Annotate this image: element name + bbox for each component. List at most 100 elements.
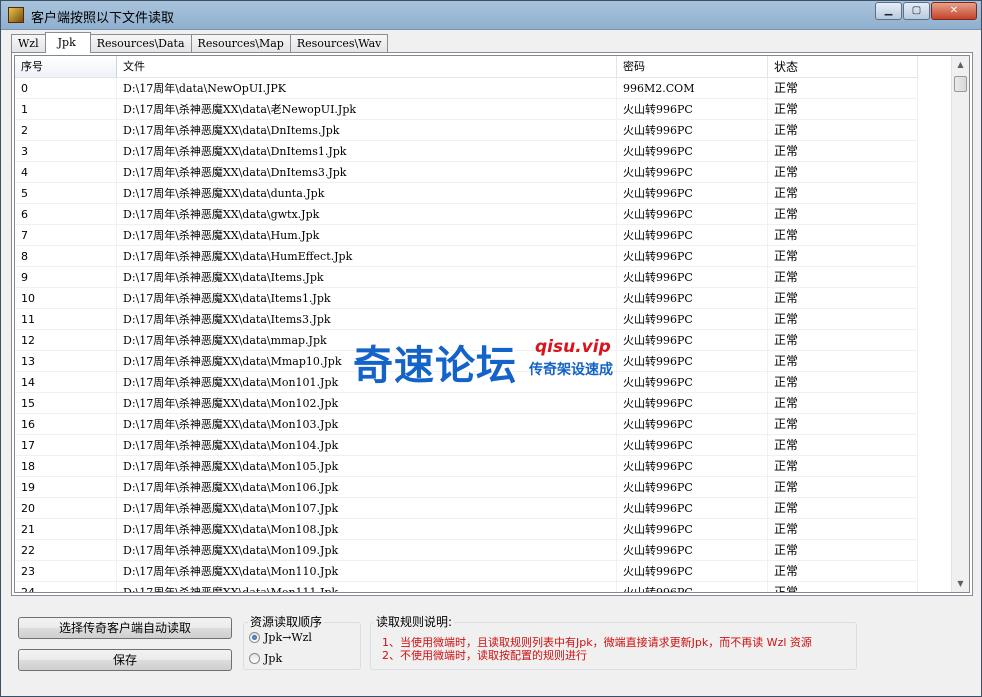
table-row[interactable]: 15 D:\17周年\杀神恶魔XX\data\Mon102.Jpk 火山转996PC…	[15, 393, 918, 414]
cell-index: 18	[15, 456, 117, 477]
auto-read-button[interactable]: 选择传奇客户端自动读取	[18, 617, 232, 639]
cell-password: 火山转996PC	[617, 267, 768, 288]
cell-status: 正常	[768, 519, 918, 540]
tab-wzl[interactable]: Wzl	[11, 34, 46, 53]
radio-jpk-indicator[interactable]	[249, 653, 260, 664]
table-row[interactable]: 7 D:\17周年\杀神恶魔XX\data\Hum.Jpk 火山转996PC 正常	[15, 225, 918, 246]
table-row[interactable]: 24 D:\17周年\杀神恶魔XX\data\Mon111.Jpk 火山转996PC…	[15, 582, 918, 592]
cell-password: 火山转996PC	[617, 309, 768, 330]
table-row[interactable]: 3 D:\17周年\杀神恶魔XX\data\DnItems1.Jpk 火山转996P…	[15, 141, 918, 162]
cell-status: 正常	[768, 162, 918, 183]
table-row[interactable]: 18 D:\17周年\杀神恶魔XX\data\Mon105.Jpk 火山转996PC…	[15, 456, 918, 477]
cell-file: D:\17周年\杀神恶魔XX\data\Mmap10.Jpk	[117, 351, 617, 372]
close-button[interactable]: ✕	[931, 2, 977, 20]
cell-password: 火山转996PC	[617, 519, 768, 540]
cell-index: 15	[15, 393, 117, 414]
cell-file: D:\17周年\杀神恶魔XX\data\Items3.Jpk	[117, 309, 617, 330]
table-row[interactable]: 0 D:\17周年\data\NewOpUI.JPK 996M2.COM 正常	[15, 78, 918, 99]
table-row[interactable]: 2 D:\17周年\杀神恶魔XX\data\DnItems.Jpk 火山转996PC…	[15, 120, 918, 141]
column-header-password[interactable]: 密码	[617, 56, 768, 78]
table-row[interactable]: 12 D:\17周年\杀神恶魔XX\data\mmap.Jpk 火山转996PC 正常	[15, 330, 918, 351]
cell-password: 火山转996PC	[617, 225, 768, 246]
cell-status: 正常	[768, 561, 918, 582]
table-row[interactable]: 23 D:\17周年\杀神恶魔XX\data\Mon110.Jpk 火山转996PC…	[15, 561, 918, 582]
table-row[interactable]: 4 D:\17周年\杀神恶魔XX\data\DnItems3.Jpk 火山转996P…	[15, 162, 918, 183]
table-row[interactable]: 20 D:\17周年\杀神恶魔XX\data\Mon107.Jpk 火山转996PC…	[15, 498, 918, 519]
cell-password: 火山转996PC	[617, 456, 768, 477]
tab-jpk[interactable]: Jpk	[44, 32, 91, 53]
cell-file: D:\17周年\杀神恶魔XX\data\Hum.Jpk	[117, 225, 617, 246]
cell-index: 21	[15, 519, 117, 540]
table-row[interactable]: 17 D:\17周年\杀神恶魔XX\data\Mon104.Jpk 火山转996PC…	[15, 435, 918, 456]
cell-status: 正常	[768, 393, 918, 414]
cell-file: D:\17周年\杀神恶魔XX\data\DnItems1.Jpk	[117, 141, 617, 162]
list-rows: 0 D:\17周年\data\NewOpUI.JPK 996M2.COM 正常 1 D:\…	[15, 78, 918, 592]
cell-password: 火山转996PC	[617, 498, 768, 519]
table-row[interactable]: 1 D:\17周年\杀神恶魔XX\data\老NewopUI.Jpk 火山转996P…	[15, 99, 918, 120]
table-row[interactable]: 22 D:\17周年\杀神恶魔XX\data\Mon109.Jpk 火山转996PC…	[15, 540, 918, 561]
column-header-index[interactable]: 序号	[15, 56, 117, 78]
title-bar[interactable]: 客户端按照以下文件读取 ▁ ▢ ✕	[1, 1, 981, 30]
table-row[interactable]: 8 D:\17周年\杀神恶魔XX\data\HumEffect.Jpk 火山转996…	[15, 246, 918, 267]
cell-password: 火山转996PC	[617, 204, 768, 225]
rule-line-2: 2、不使用微端时，读取按配置的规则进行	[382, 649, 587, 662]
table-row[interactable]: 5 D:\17周年\杀神恶魔XX\data\dunta.Jpk 火山转996PC 正常	[15, 183, 918, 204]
table-row[interactable]: 16 D:\17周年\杀神恶魔XX\data\Mon103.Jpk 火山转996PC…	[15, 414, 918, 435]
table-row[interactable]: 9 D:\17周年\杀神恶魔XX\data\Items.Jpk 火山转996PC 正常	[15, 267, 918, 288]
window-title: 客户端按照以下文件读取	[31, 11, 175, 26]
maximize-button[interactable]: ▢	[903, 2, 930, 20]
table-row[interactable]: 6 D:\17周年\杀神恶魔XX\data\gwtx.Jpk 火山转996PC 正常	[15, 204, 918, 225]
cell-file: D:\17周年\杀神恶魔XX\data\Mon107.Jpk	[117, 498, 617, 519]
cell-status: 正常	[768, 351, 918, 372]
tab-resources-map[interactable]: Resources\Map	[190, 34, 291, 53]
cell-status: 正常	[768, 204, 918, 225]
cell-file: D:\17周年\杀神恶魔XX\data\Mon106.Jpk	[117, 477, 617, 498]
cell-index: 14	[15, 372, 117, 393]
cell-file: D:\17周年\杀神恶魔XX\data\Items.Jpk	[117, 267, 617, 288]
scroll-down-arrow-icon[interactable]: ▼	[952, 575, 969, 592]
cell-file: D:\17周年\杀神恶魔XX\data\Mon104.Jpk	[117, 435, 617, 456]
cell-index: 16	[15, 414, 117, 435]
list-header: 序号 文件 密码 状态	[15, 56, 918, 78]
table-row[interactable]: 10 D:\17周年\杀神恶魔XX\data\Items1.Jpk 火山转996PC…	[15, 288, 918, 309]
cell-index: 1	[15, 99, 117, 120]
cell-file: D:\17周年\杀神恶魔XX\data\Mon103.Jpk	[117, 414, 617, 435]
cell-status: 正常	[768, 372, 918, 393]
vertical-scrollbar[interactable]: ▲ ▼	[951, 56, 969, 592]
cell-password: 火山转996PC	[617, 561, 768, 582]
cell-file: D:\17周年\杀神恶魔XX\data\mmap.Jpk	[117, 330, 617, 351]
cell-file: D:\17周年\杀神恶魔XX\data\Mon105.Jpk	[117, 456, 617, 477]
cell-index: 9	[15, 267, 117, 288]
table-row[interactable]: 21 D:\17周年\杀神恶魔XX\data\Mon108.Jpk 火山转996PC…	[15, 519, 918, 540]
tab-resources-wav[interactable]: Resources\Wav	[289, 34, 389, 53]
cell-status: 正常	[768, 120, 918, 141]
table-row[interactable]: 13 D:\17周年\杀神恶魔XX\data\Mmap10.Jpk 火山转996PC…	[15, 351, 918, 372]
radio-jpk[interactable]: Jpk	[249, 652, 282, 665]
radio-jpk-label: Jpk	[264, 652, 283, 665]
cell-status: 正常	[768, 309, 918, 330]
cell-status: 正常	[768, 435, 918, 456]
window-controls: ▁ ▢ ✕	[875, 2, 977, 20]
cell-password: 火山转996PC	[617, 120, 768, 141]
cell-index: 12	[15, 330, 117, 351]
cell-file: D:\17周年\杀神恶魔XX\data\Items1.Jpk	[117, 288, 617, 309]
save-button[interactable]: 保存	[18, 649, 232, 671]
radio-jpk-wzl[interactable]: Jpk→Wzl	[249, 631, 312, 644]
column-header-file[interactable]: 文件	[117, 56, 617, 78]
cell-status: 正常	[768, 414, 918, 435]
cell-status: 正常	[768, 582, 918, 592]
scroll-up-arrow-icon[interactable]: ▲	[952, 56, 969, 73]
minimize-button[interactable]: ▁	[875, 2, 902, 20]
table-row[interactable]: 11 D:\17周年\杀神恶魔XX\data\Items3.Jpk 火山转996PC…	[15, 309, 918, 330]
cell-status: 正常	[768, 225, 918, 246]
file-list[interactable]: 序号 文件 密码 状态 0 D:\17周年\data\NewOpUI.JPK 996…	[14, 55, 970, 593]
radio-jpk-wzl-indicator[interactable]	[249, 632, 260, 643]
cell-index: 5	[15, 183, 117, 204]
table-row[interactable]: 14 D:\17周年\杀神恶魔XX\data\Mon101.Jpk 火山转996PC…	[15, 372, 918, 393]
table-row[interactable]: 19 D:\17周年\杀神恶魔XX\data\Mon106.Jpk 火山转996PC…	[15, 477, 918, 498]
cell-password: 火山转996PC	[617, 393, 768, 414]
column-header-status[interactable]: 状态	[768, 56, 918, 78]
cell-file: D:\17周年\杀神恶魔XX\data\Mon101.Jpk	[117, 372, 617, 393]
tab-resources-data[interactable]: Resources\Data	[89, 34, 192, 53]
scroll-thumb[interactable]	[954, 76, 967, 92]
